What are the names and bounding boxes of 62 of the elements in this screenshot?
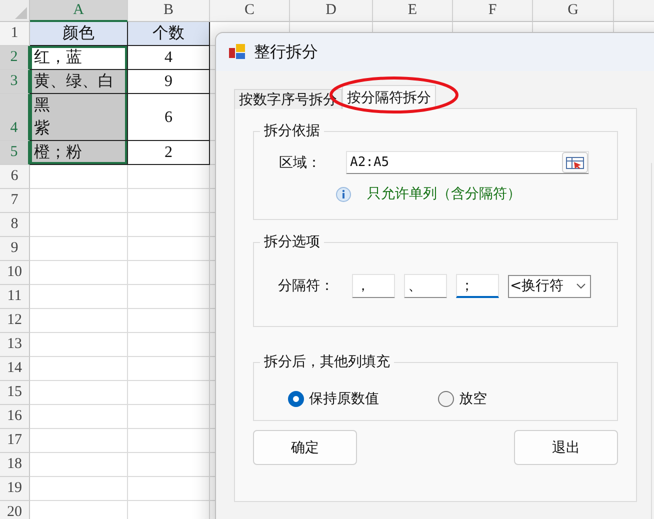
table-cell: 2 [128, 141, 210, 165]
row-header[interactable]: 15 [0, 381, 30, 405]
table-cell: 9 [128, 70, 210, 94]
separator-field[interactable]: ， [352, 274, 395, 298]
column-header[interactable]: B [128, 0, 210, 22]
separator-label: 分隔符： [278, 277, 334, 295]
row-header[interactable]: 2 [0, 46, 30, 70]
table-cell: 个数 [128, 22, 210, 46]
row-header[interactable]: 17 [0, 429, 30, 453]
app-icon [228, 43, 246, 61]
range-picker-icon [566, 156, 584, 168]
radio-option[interactable]: 保持原数值 [288, 390, 438, 408]
row-header[interactable]: 6 [0, 165, 30, 189]
row-header[interactable]: 13 [0, 333, 30, 357]
table-cell: 4 [128, 46, 210, 70]
row-header[interactable]: 16 [0, 405, 30, 429]
row-header[interactable]: 8 [0, 213, 30, 237]
table-cell: 颜色 [30, 22, 128, 46]
column-header[interactable]: E [373, 0, 453, 22]
cell-line: 紫 [34, 118, 50, 139]
tab[interactable]: 按分隔符拆分 [342, 85, 436, 109]
group-title: 拆分选项 [263, 233, 321, 251]
group-title: 拆分依据 [263, 122, 321, 140]
chevron-down-icon [576, 283, 586, 289]
dialog-title: 整行拆分 [254, 42, 318, 62]
ok-button[interactable]: 确定 [253, 430, 357, 465]
table-cell: 橙；粉 [30, 141, 128, 165]
column-header[interactable]: F [453, 0, 533, 22]
range-label: 区域： [279, 154, 321, 172]
range-field[interactable]: A2:A5 [346, 151, 589, 174]
row-header[interactable]: 12 [0, 309, 30, 333]
select-all-button[interactable] [0, 0, 30, 22]
row-header[interactable]: 5 [0, 141, 30, 165]
table-cell: 6 [128, 94, 210, 141]
column-header[interactable]: C [210, 0, 290, 22]
row-header[interactable]: 3 [0, 70, 30, 94]
column-header[interactable]: G [533, 0, 614, 22]
row-header[interactable]: 4 [0, 94, 30, 141]
row-header[interactable]: 20 [0, 501, 30, 519]
row-header[interactable]: 7 [0, 189, 30, 213]
separator-field[interactable]: ； [456, 274, 499, 298]
table-cell: 红，蓝 [30, 46, 128, 70]
row-header[interactable]: 19 [0, 477, 30, 501]
range-picker-button[interactable] [562, 152, 588, 173]
exit-button[interactable]: 退出 [514, 430, 618, 465]
column-header[interactable]: A [30, 0, 128, 22]
triangle-icon [15, 7, 27, 19]
row-header[interactable]: 14 [0, 357, 30, 381]
cell-line: 黑 [34, 96, 50, 116]
row-header[interactable]: 9 [0, 237, 30, 261]
separator-dropdown[interactable]: <换行符 [508, 274, 591, 298]
row-header[interactable]: 1 [0, 22, 30, 46]
group-title: 拆分后，其他列填充 [263, 353, 391, 371]
row-header[interactable]: 18 [0, 453, 30, 477]
column-header[interactable]: D [290, 0, 373, 22]
info-icon [336, 186, 351, 202]
table-cell: 黄、绿、白 [30, 70, 128, 94]
row-header[interactable]: 10 [0, 261, 30, 285]
radio-option[interactable]: 放空 [438, 390, 487, 408]
hint-text: 只允许单列（含分隔符） [367, 185, 521, 203]
row-header[interactable]: 11 [0, 285, 30, 309]
separator-field[interactable]: 、 [404, 274, 447, 298]
